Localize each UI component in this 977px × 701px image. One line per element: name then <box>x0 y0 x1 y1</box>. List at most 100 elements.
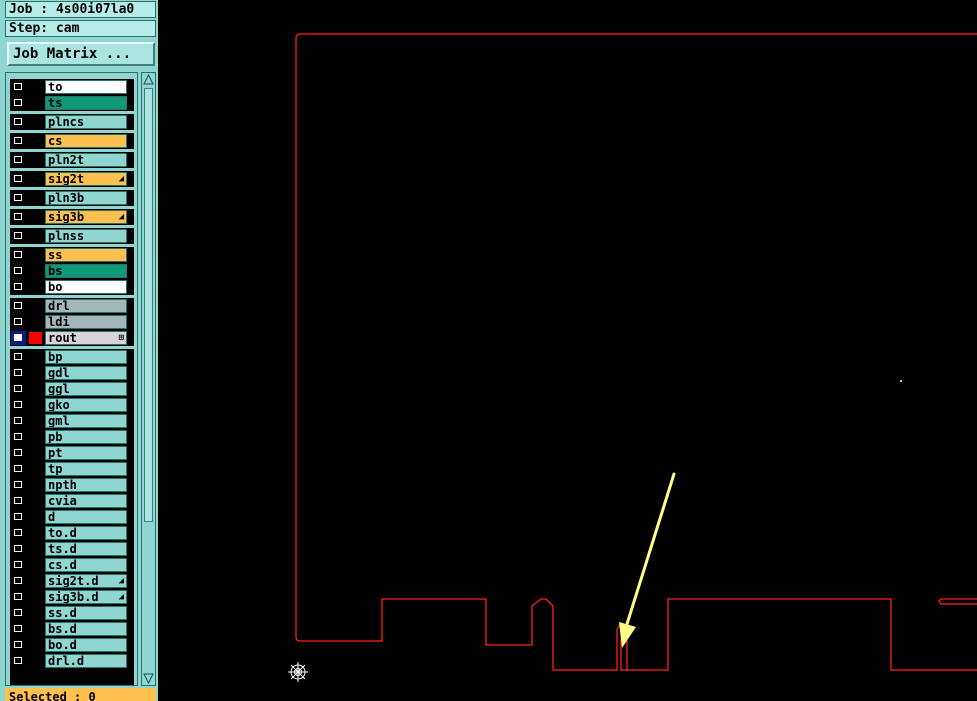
layer-row[interactable]: rout ⊞ <box>10 330 134 346</box>
layer-row[interactable]: sig3b ◢ <box>10 209 134 225</box>
layer-color-swatch[interactable] <box>29 249 42 261</box>
layer-name-to-d[interactable]: to.d <box>45 526 127 540</box>
layer-color-swatch[interactable] <box>29 479 42 491</box>
layer-row[interactable]: ldi <box>10 314 134 330</box>
layer-color-swatch[interactable] <box>29 81 42 93</box>
layer-checkbox[interactable] <box>11 382 26 396</box>
layer-name-d[interactable]: d <box>45 510 127 524</box>
graphic-canvas[interactable] <box>158 0 977 701</box>
layer-name-sig3b[interactable]: sig3b ◢ <box>45 210 127 224</box>
layer-name-drl[interactable]: drl <box>45 299 127 313</box>
layer-row[interactable]: cvia <box>10 493 134 509</box>
layer-color-swatch[interactable] <box>29 607 42 619</box>
layer-name-rout[interactable]: rout ⊞ <box>45 331 127 345</box>
layer-checkbox[interactable] <box>11 153 26 167</box>
layer-checkbox[interactable] <box>11 264 26 278</box>
layer-color-swatch[interactable] <box>29 511 42 523</box>
layer-checkbox[interactable] <box>11 462 26 476</box>
layer-color-swatch[interactable] <box>29 154 42 166</box>
layer-checkbox[interactable] <box>11 622 26 636</box>
layer-row[interactable]: bs <box>10 263 134 279</box>
layer-color-swatch[interactable] <box>29 383 42 395</box>
layer-name-cs[interactable]: cs <box>45 134 127 148</box>
layer-color-swatch[interactable] <box>29 575 42 587</box>
layer-row[interactable]: sig2t ◢ <box>10 171 134 187</box>
layer-color-swatch[interactable] <box>29 173 42 185</box>
layer-checkbox[interactable] <box>11 542 26 556</box>
layer-name-bo-d[interactable]: bo.d <box>45 638 127 652</box>
layer-name-pt[interactable]: pt <box>45 446 127 460</box>
layer-name-tp[interactable]: tp <box>45 462 127 476</box>
layer-row[interactable]: bo <box>10 279 134 295</box>
layer-name-sig3b-d[interactable]: sig3b.d ◢ <box>45 590 127 604</box>
layer-color-swatch[interactable] <box>29 431 42 443</box>
layer-checkbox[interactable] <box>11 350 26 364</box>
layer-color-swatch[interactable] <box>29 495 42 507</box>
layer-name-ts[interactable]: ts <box>45 96 127 110</box>
layer-checkbox[interactable] <box>11 80 26 94</box>
layer-name-pln2t[interactable]: pln2t <box>45 153 127 167</box>
layer-color-swatch[interactable] <box>29 230 42 242</box>
layer-row[interactable]: ss.d <box>10 605 134 621</box>
layer-checkbox[interactable] <box>11 430 26 444</box>
layer-checkbox[interactable] <box>11 210 26 224</box>
layer-color-swatch[interactable] <box>29 543 42 555</box>
layer-name-gml[interactable]: gml <box>45 414 127 428</box>
layer-checkbox[interactable] <box>11 134 26 148</box>
layer-name-plncs[interactable]: plncs <box>45 115 127 129</box>
layer-row[interactable]: pb <box>10 429 134 445</box>
layer-list-scrollbar[interactable] <box>141 72 156 686</box>
layer-name-plnss[interactable]: plnss <box>45 229 127 243</box>
layer-row[interactable]: bs.d <box>10 621 134 637</box>
layer-color-swatch[interactable] <box>29 265 42 277</box>
layer-color-swatch[interactable] <box>29 527 42 539</box>
layer-row[interactable]: to <box>10 79 134 95</box>
layer-row[interactable]: cs.d <box>10 557 134 573</box>
layer-checkbox[interactable] <box>11 299 26 313</box>
layer-name-gko[interactable]: gko <box>45 398 127 412</box>
layer-row[interactable]: cs <box>10 133 134 149</box>
layer-color-swatch[interactable] <box>29 332 42 344</box>
layer-checkbox[interactable] <box>11 558 26 572</box>
layer-row[interactable]: ts <box>10 95 134 111</box>
layer-name-ss[interactable]: ss <box>45 248 127 262</box>
layer-name-drl-d[interactable]: drl.d <box>45 654 127 668</box>
layer-checkbox[interactable] <box>11 331 26 345</box>
layer-checkbox[interactable] <box>11 366 26 380</box>
layer-name-cvia[interactable]: cvia <box>45 494 127 508</box>
layer-name-sig2t[interactable]: sig2t ◢ <box>45 172 127 186</box>
layer-checkbox[interactable] <box>11 115 26 129</box>
layer-name-ts-d[interactable]: ts.d <box>45 542 127 556</box>
layer-checkbox[interactable] <box>11 574 26 588</box>
layer-row[interactable]: bp <box>10 349 134 365</box>
layer-color-swatch[interactable] <box>29 447 42 459</box>
layer-row[interactable]: gdl <box>10 365 134 381</box>
layer-color-swatch[interactable] <box>29 591 42 603</box>
layer-checkbox[interactable] <box>11 526 26 540</box>
layer-checkbox[interactable] <box>11 191 26 205</box>
layer-color-swatch[interactable] <box>29 415 42 427</box>
layer-row[interactable]: npth <box>10 477 134 493</box>
layer-name-bs[interactable]: bs <box>45 264 127 278</box>
layer-checkbox[interactable] <box>11 638 26 652</box>
layer-name-pb[interactable]: pb <box>45 430 127 444</box>
layer-color-swatch[interactable] <box>29 135 42 147</box>
layer-checkbox[interactable] <box>11 315 26 329</box>
layer-checkbox[interactable] <box>11 606 26 620</box>
layer-color-swatch[interactable] <box>29 300 42 312</box>
layer-name-ggl[interactable]: ggl <box>45 382 127 396</box>
layer-row[interactable]: drl <box>10 298 134 314</box>
layer-row[interactable]: bo.d <box>10 637 134 653</box>
layer-name-npth[interactable]: npth <box>45 478 127 492</box>
layer-name-ldi[interactable]: ldi <box>45 315 127 329</box>
layer-row[interactable]: plnss <box>10 228 134 244</box>
layer-name-cs-d[interactable]: cs.d <box>45 558 127 572</box>
layer-row[interactable]: gko <box>10 397 134 413</box>
layer-checkbox[interactable] <box>11 96 26 110</box>
layer-color-swatch[interactable] <box>29 351 42 363</box>
layer-color-swatch[interactable] <box>29 367 42 379</box>
layer-checkbox[interactable] <box>11 172 26 186</box>
layer-checkbox[interactable] <box>11 654 26 668</box>
layer-checkbox[interactable] <box>11 590 26 604</box>
layer-name-pln3b[interactable]: pln3b <box>45 191 127 205</box>
